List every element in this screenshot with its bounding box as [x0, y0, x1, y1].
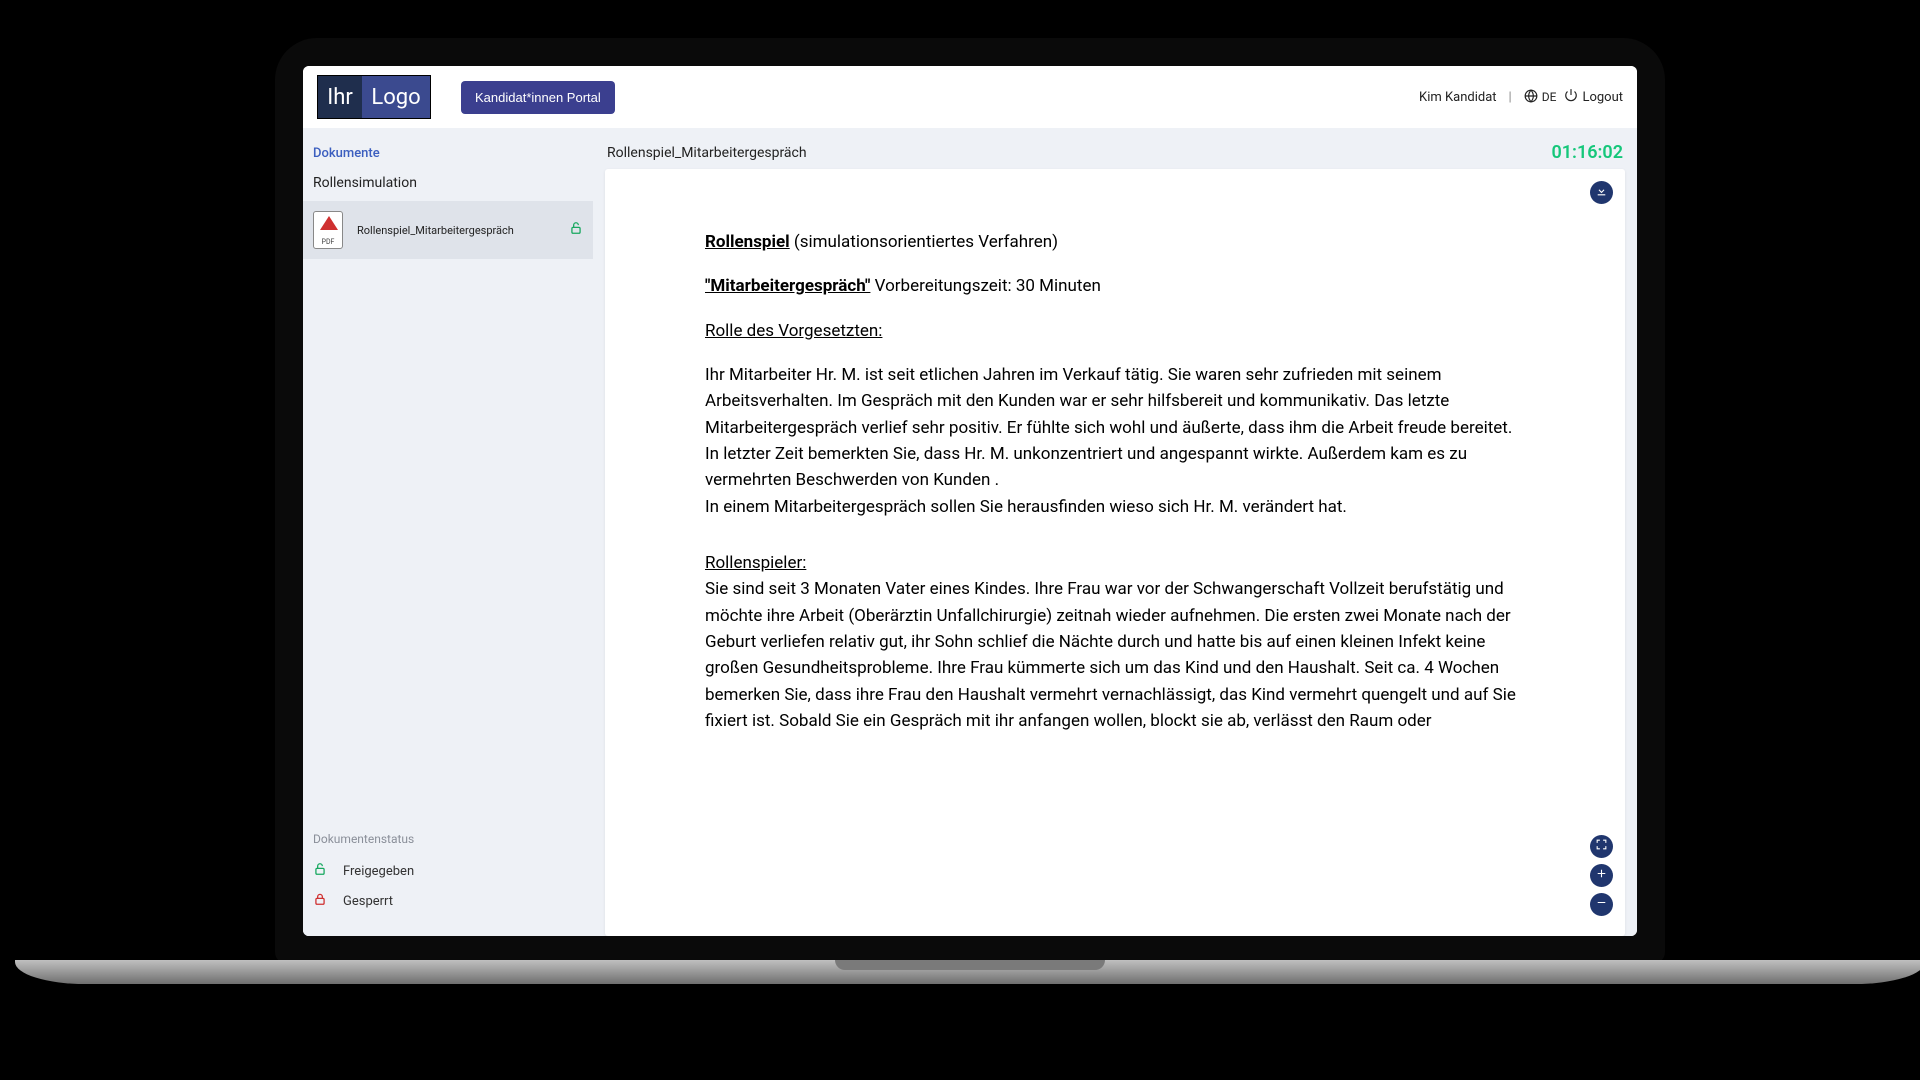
- logout-label: Logout: [1582, 90, 1623, 105]
- portal-button[interactable]: Kandidat*innen Portal: [461, 81, 615, 114]
- separator: |: [1509, 90, 1512, 105]
- sidebar: Dokumente Rollensimulation Rollenspiel_M…: [303, 128, 593, 936]
- app-screen: Ihr Logo Kandidat*innen Portal Kim Kandi…: [303, 66, 1637, 936]
- legend-open: Freigegeben: [313, 862, 583, 880]
- legend-open-label: Freigegeben: [343, 864, 414, 879]
- doc-sub-bold: "Mitarbeitergespräch": [705, 276, 870, 296]
- timer: 01:16:02: [1551, 142, 1623, 163]
- role-label: Rolle des Vorgesetzten:: [705, 318, 1525, 344]
- legend-locked: Gesperrt: [313, 892, 583, 910]
- document-surface: Rollenspiel (simulationsorientiertes Ver…: [605, 169, 1625, 936]
- document-body[interactable]: Rollenspiel (simulationsorientiertes Ver…: [605, 169, 1625, 936]
- laptop-mockup: Ihr Logo Kandidat*innen Portal Kim Kandi…: [275, 38, 1665, 984]
- legend-locked-label: Gesperrt: [343, 894, 393, 909]
- unlock-icon: [569, 221, 583, 239]
- sidebar-doc-item[interactable]: Rollenspiel_Mitarbeitergespräch: [303, 201, 593, 259]
- lock-icon: [313, 892, 327, 910]
- unlock-icon: [313, 862, 327, 880]
- role2-label: Rollenspieler:: [705, 553, 806, 573]
- doc-subheading: "Mitarbeitergespräch" Vorbereitungszeit:…: [705, 273, 1525, 299]
- app-main: Dokumente Rollensimulation Rollenspiel_M…: [303, 128, 1637, 936]
- doc-sub-rest: Vorbereitungszeit: 30 Minuten: [870, 276, 1100, 296]
- sidebar-bottom: Dokumentenstatus Freigegeben Gesperrt: [303, 832, 593, 922]
- role2: Rollenspieler: Sie sind seit 3 Monaten V…: [705, 550, 1525, 734]
- logo-text-right: Logo: [362, 76, 430, 118]
- laptop-base: [15, 960, 1920, 984]
- doc-para1: Ihr Mitarbeiter Hr. M. ist seit etlichen…: [705, 362, 1525, 520]
- logo: Ihr Logo: [317, 75, 431, 119]
- logout-button[interactable]: Logout: [1564, 88, 1623, 106]
- doc-heading-bold: Rollenspiel: [705, 232, 790, 252]
- sidebar-documents-label: Dokumente: [303, 146, 593, 175]
- globe-icon: [1524, 89, 1538, 106]
- user-name: Kim Kandidat: [1419, 90, 1497, 105]
- sidebar-simulation-label: Rollensimulation: [303, 175, 593, 201]
- doc-para1-text: Ihr Mitarbeiter Hr. M. ist seit etlichen…: [705, 365, 1512, 490]
- doc-para1b-text: In einem Mitarbeitergespräch sollen Sie …: [705, 497, 1347, 517]
- app-header: Ihr Logo Kandidat*innen Portal Kim Kandi…: [303, 66, 1637, 128]
- doc-heading-rest: (simulationsorientiertes Verfahren): [790, 232, 1058, 252]
- content-header: Rollenspiel_Mitarbeitergespräch 01:16:02: [605, 142, 1625, 169]
- laptop-body: Ihr Logo Kandidat*innen Portal Kim Kandi…: [275, 38, 1665, 964]
- doc-para2-text: Sie sind seit 3 Monaten Vater eines Kind…: [705, 579, 1516, 731]
- laptop-notch: [835, 960, 1105, 970]
- language-code: DE: [1542, 90, 1557, 104]
- content-pane: Rollenspiel_Mitarbeitergespräch 01:16:02: [593, 128, 1637, 936]
- pdf-icon: [313, 211, 343, 249]
- power-icon: [1564, 88, 1578, 106]
- status-heading: Dokumentenstatus: [313, 832, 583, 846]
- language-switch[interactable]: DE: [1524, 89, 1557, 106]
- content-title: Rollenspiel_Mitarbeitergespräch: [607, 145, 807, 161]
- sidebar-doc-name: Rollenspiel_Mitarbeitergespräch: [357, 224, 555, 237]
- doc-heading: Rollenspiel (simulationsorientiertes Ver…: [705, 229, 1525, 255]
- logo-text-left: Ihr: [318, 76, 362, 118]
- header-right: Kim Kandidat | DE Logout: [1419, 88, 1623, 106]
